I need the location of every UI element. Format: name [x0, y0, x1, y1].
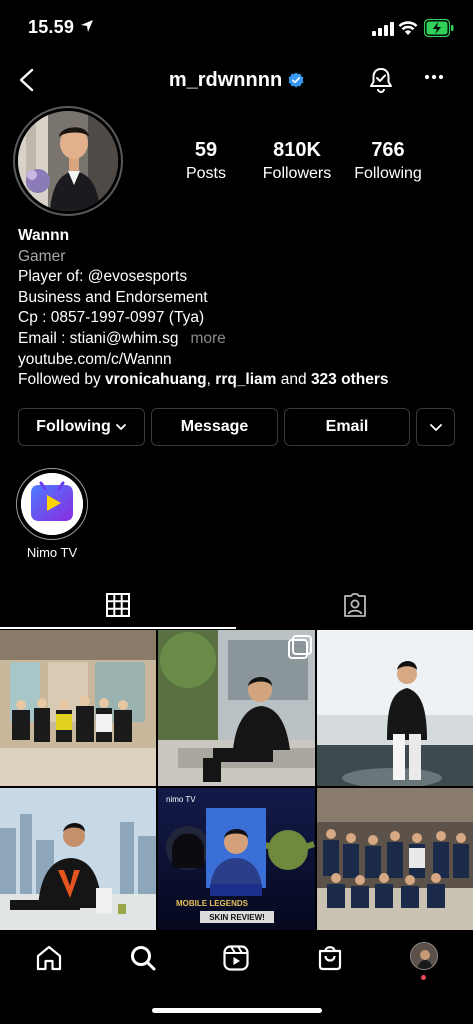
bio-email-text: Email : stiani@whim.sg	[18, 329, 179, 347]
following-count-value: 766	[371, 139, 405, 161]
bio-line-player: Player of: @evosesports	[18, 268, 188, 286]
notification-bell-icon[interactable]	[368, 66, 394, 94]
post-image-group-photo	[0, 630, 156, 786]
bio-website-link[interactable]: youtube.com/c/Wannn	[18, 350, 458, 371]
avatar-photo	[18, 111, 118, 211]
verified-badge-icon	[288, 72, 304, 88]
post-thumbnail[interactable]	[158, 630, 315, 786]
followed-by-user-1: vronicahuang	[105, 371, 207, 389]
followed-by-others: 323 others	[310, 371, 389, 389]
active-tab-indicator	[0, 627, 236, 629]
post-thumbnail[interactable]	[0, 630, 156, 786]
followed-by-line[interactable]: Followed by vronicahuang, rrq_liam and 3…	[18, 370, 458, 391]
post-image-team-photo	[317, 788, 473, 930]
following-button-label: Following	[36, 418, 111, 435]
bio-line-business: Business and Endorsement	[18, 288, 208, 306]
profile-header: m_rdwnnnn	[0, 60, 473, 100]
post-thumbnail[interactable]	[317, 788, 473, 930]
more-options-icon[interactable]	[424, 74, 444, 80]
reels-icon[interactable]	[222, 944, 250, 972]
email-button[interactable]: Email	[284, 408, 410, 446]
followers-count-label: Followers	[262, 165, 332, 182]
shop-icon[interactable]	[316, 943, 344, 971]
location-arrow-icon	[81, 20, 93, 32]
message-button-label: Message	[180, 418, 249, 435]
post-footer-text: SKIN REVIEW!	[209, 913, 265, 922]
bio-line-contact: Cp : 0857-1997-0997 (Tya)	[18, 309, 205, 327]
post-thumbnail[interactable]: nimo TV MOBILE LEGENDS SKIN REVIEW!	[158, 788, 315, 930]
bio-line-email: Email : stiani@whim.sg more	[18, 329, 458, 350]
home-indicator	[152, 1008, 322, 1013]
search-icon[interactable]	[129, 944, 157, 972]
post-image-rooftop-standing	[317, 630, 473, 786]
chevron-down-icon	[429, 423, 442, 431]
battery-charging-icon	[424, 19, 454, 37]
home-icon[interactable]	[35, 944, 63, 972]
status-time: 15.59	[28, 17, 75, 37]
profile-tab-avatar[interactable]	[410, 942, 438, 970]
nimo-tv-logo-icon	[21, 473, 83, 535]
email-button-label: Email	[325, 418, 369, 435]
wifi-icon	[398, 21, 418, 35]
post-thumbnail[interactable]	[0, 788, 156, 930]
highlight-label: Nimo TV	[26, 545, 78, 560]
followed-by-separator: ,	[206, 371, 216, 389]
tagged-tab-icon[interactable]	[342, 592, 368, 618]
profile-username-title: m_rdwnnnn	[0, 69, 473, 92]
chevron-down-icon	[115, 424, 126, 430]
following-button[interactable]: Following	[18, 408, 145, 446]
followed-by-user-2: rrq_liam	[215, 371, 277, 389]
status-bar: 15.59	[0, 0, 473, 56]
posts-count-label: Posts	[185, 165, 226, 182]
profile-tab-avatar-photo	[411, 943, 437, 969]
profile-display-name: Wannn	[18, 227, 70, 244]
post-thumbnail[interactable]	[317, 630, 473, 786]
message-button[interactable]: Message	[151, 408, 278, 446]
suggested-accounts-button[interactable]	[416, 408, 455, 446]
followed-by-and: and	[276, 371, 311, 389]
followers-count-value: 810K	[273, 139, 321, 161]
post-title-text: MOBILE LEGENDS	[176, 899, 249, 908]
profile-notification-dot	[421, 975, 426, 980]
profile-avatar[interactable]	[18, 111, 118, 211]
grid-tab-icon[interactable]	[105, 592, 131, 618]
profile-category: Gamer	[18, 247, 66, 265]
post-image-skin-review: nimo TV MOBILE LEGENDS SKIN REVIEW!	[158, 788, 315, 930]
following-count-label: Following	[354, 165, 422, 182]
followed-by-prefix: Followed by	[18, 371, 106, 389]
following-count[interactable]: 766 Following	[348, 139, 428, 183]
username-text: m_rdwnnnn	[168, 69, 283, 91]
profile-bio: Wannn Gamer Player of: @evosesports Busi…	[18, 226, 458, 391]
posts-count[interactable]: 59 Posts	[176, 139, 236, 183]
posts-count-value: 59	[194, 139, 218, 161]
cellular-signal-icon	[372, 22, 394, 36]
highlight-nimo-tv[interactable]	[21, 473, 83, 535]
post-image-city-view	[0, 788, 156, 930]
post-image-sitting-outdoors	[158, 630, 315, 786]
post-badge-text: nimo TV	[166, 795, 196, 804]
bio-more-link[interactable]: more	[190, 330, 225, 347]
followers-count[interactable]: 810K Followers	[257, 139, 337, 183]
